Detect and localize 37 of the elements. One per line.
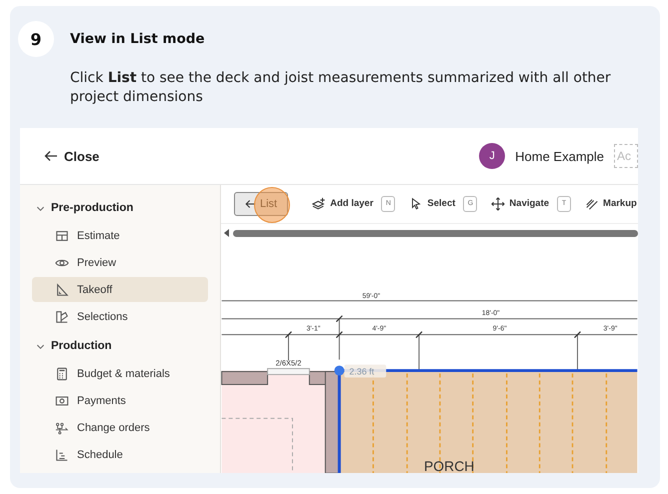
chart-icon — [55, 448, 69, 462]
room-label: PORCH — [424, 458, 474, 473]
vertex-handle[interactable] — [334, 365, 344, 376]
sidebar-item[interactable]: Preview — [32, 250, 208, 275]
arrow-left-icon — [245, 198, 256, 209]
room-outline — [221, 418, 293, 473]
step-title: View in List mode — [70, 31, 205, 47]
sidebar-item[interactable]: Payments — [32, 388, 208, 413]
sidebar-item[interactable]: Takeoff — [32, 277, 208, 302]
step-description: Click List to see the deck and joist measurements summarized with all other project dimensions — [70, 69, 612, 107]
section-header[interactable]: Production — [32, 335, 208, 357]
sidebar-item[interactable]: Change orders — [32, 415, 208, 440]
pen-icon — [585, 196, 600, 211]
move-icon — [491, 196, 506, 211]
sidebar-item[interactable]: Budget & materials — [32, 361, 208, 386]
layers-icon — [312, 196, 326, 211]
close-button[interactable]: Close — [44, 148, 100, 164]
cursor-icon — [409, 196, 424, 211]
scrollbar[interactable] — [233, 230, 638, 237]
banknote-icon — [55, 394, 69, 408]
calculator-icon — [55, 366, 69, 380]
arrow-left-icon — [44, 150, 58, 162]
section-header[interactable]: Pre-production — [32, 197, 208, 219]
sidebar-item[interactable]: Schedule — [32, 442, 208, 467]
scroll-left-icon[interactable] — [224, 229, 229, 238]
toolbar-tool[interactable]: Markup — [585, 196, 637, 211]
click-highlight — [254, 187, 290, 223]
swatch-icon — [55, 310, 69, 324]
measure-label: 2.36 ft — [349, 366, 374, 376]
table-icon — [55, 228, 69, 242]
flow-icon — [55, 420, 69, 434]
measure-tag — [344, 364, 386, 378]
sidebar-item[interactable]: Estimate — [32, 223, 208, 248]
sidebar-item[interactable]: Selections — [32, 304, 208, 329]
triangle-ruler-icon — [55, 282, 69, 296]
avatar[interactable]: J — [479, 143, 506, 169]
project-name: Home Example — [515, 148, 604, 164]
